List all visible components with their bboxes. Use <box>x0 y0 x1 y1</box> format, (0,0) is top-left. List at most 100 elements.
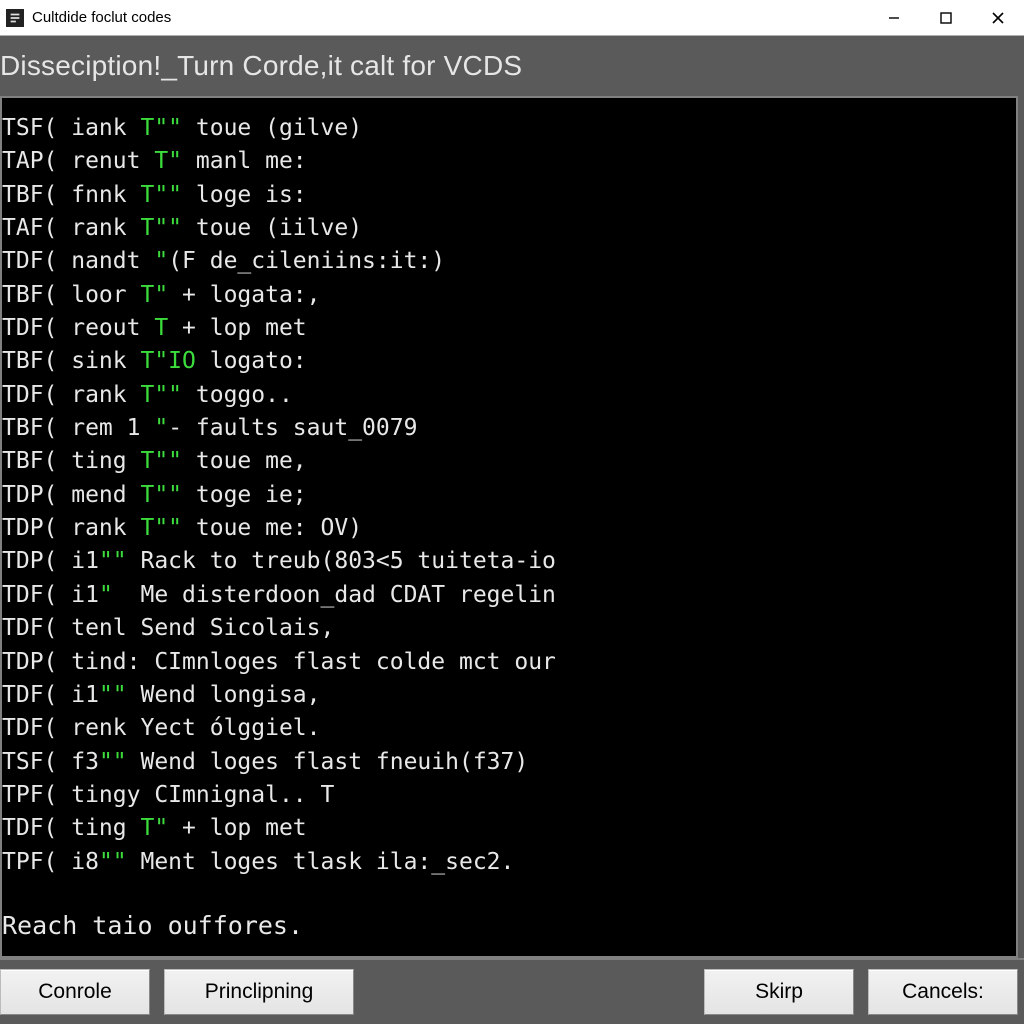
line-rest: toue me, <box>182 448 307 474</box>
terminal-line: TDF( reout T + lop met <box>2 312 1010 345</box>
terminal-line: TSF( iank T"" toue (gilve) <box>2 112 1010 145</box>
titlebar[interactable]: Cultdide foclut codes <box>0 0 1024 36</box>
line-token-green: T" <box>154 148 182 174</box>
line-rest: CImnignal.. T <box>154 782 334 808</box>
conrole-button[interactable]: Conrole <box>0 969 150 1015</box>
button-bar: Conrole Princlipning Skirp Cancels: <box>0 958 1024 1024</box>
line-token-green: "" <box>99 682 127 708</box>
line-prefix: TSF( f3 <box>2 749 99 775</box>
line-prefix: TDF( rank <box>2 382 140 408</box>
terminal-line: TBF( loor T" + logata:, <box>2 279 1010 312</box>
line-rest: + lop met <box>168 815 306 841</box>
line-rest: CImnloges flast colde mct our <box>154 649 556 675</box>
line-token-green: T"IO <box>140 348 195 374</box>
line-rest: toue me: OV) <box>182 515 362 541</box>
terminal-line: TSF( f3"" Wend loges flast fneuih(f37) <box>2 746 1010 779</box>
line-rest: toue (iilve) <box>182 215 362 241</box>
line-prefix: TPF( i8 <box>2 849 99 875</box>
line-token-green: T"" <box>140 515 182 541</box>
line-rest: toge ie; <box>182 482 307 508</box>
line-token-green: T"" <box>140 482 182 508</box>
maximize-button[interactable] <box>920 0 972 36</box>
line-prefix: TDF( nandt <box>2 248 154 274</box>
line-prefix: TBF( rem 1 <box>2 415 154 441</box>
line-prefix: TAP( renut <box>2 148 154 174</box>
cancels-button[interactable]: Cancels: <box>868 969 1018 1015</box>
terminal-line: TPF( i8"" Ment loges tlask ila:_sec2. <box>2 846 1010 879</box>
line-prefix: TDP( tind: <box>2 649 154 675</box>
line-token-green: " <box>154 248 168 274</box>
line-prefix: TPF( tingy <box>2 782 154 808</box>
line-rest: Wend loges flast fneuih(f37) <box>127 749 529 775</box>
line-prefix: TBF( loor <box>2 282 140 308</box>
window-title: Cultdide foclut codes <box>32 9 171 26</box>
line-rest: (F de_cileniins:it:) <box>168 248 445 274</box>
line-rest: toue (gilve) <box>182 115 362 141</box>
line-rest: manl me: <box>182 148 307 174</box>
terminal-line: TDF( tenl Send Sicolais, <box>2 612 1010 645</box>
terminal-line: TDP( mend T"" toge ie; <box>2 479 1010 512</box>
line-token-green: T"" <box>140 115 182 141</box>
terminal-line: TDP( tind: CImnloges flast colde mct our <box>2 646 1010 679</box>
line-rest: Me disterdoon_dad CDAT regelin <box>113 582 556 608</box>
line-prefix: TDF( tenl <box>2 615 140 641</box>
line-rest: Send Sicolais, <box>140 615 334 641</box>
terminal-line: TPF( tingy CImnignal.. T <box>2 779 1010 812</box>
terminal-line: TDP( i1"" Rack to treub(803<5 tuiteta-io <box>2 545 1010 578</box>
line-token-green: T"" <box>140 382 182 408</box>
line-rest: Rack to treub(803<5 tuiteta-io <box>127 548 556 574</box>
line-prefix: TBF( fnnk <box>2 182 140 208</box>
close-button[interactable] <box>972 0 1024 36</box>
terminal-line: TDF( nandt "(F de_cileniins:it:) <box>2 245 1010 278</box>
client-area: Disseciption!_Turn Corde,it calt for VCD… <box>0 36 1024 1024</box>
line-token-green: "" <box>99 548 127 574</box>
line-prefix: TAF( rank <box>2 215 140 241</box>
line-rest: Yect ólggiel. <box>140 715 320 741</box>
line-prefix: TBF( ting <box>2 448 140 474</box>
line-rest: logato: <box>196 348 307 374</box>
line-token-green: T"" <box>140 182 182 208</box>
minimize-button[interactable] <box>868 0 920 36</box>
line-token-green: T"" <box>140 215 182 241</box>
line-prefix: TDF( reout <box>2 315 154 341</box>
skirp-button[interactable]: Skirp <box>704 969 854 1015</box>
app-icon <box>6 9 24 27</box>
line-prefix: TDP( rank <box>2 515 140 541</box>
page-heading: Disseciption!_Turn Corde,it calt for VCD… <box>0 50 1024 82</box>
window-frame: Cultdide foclut codes Disseciption!_Turn… <box>0 0 1024 1024</box>
heading-wrap: Disseciption!_Turn Corde,it calt for VCD… <box>0 36 1024 96</box>
line-rest: - faults saut_0079 <box>168 415 417 441</box>
terminal-line: TDP( rank T"" toue me: OV) <box>2 512 1010 545</box>
line-token-green: " <box>154 415 168 441</box>
line-prefix: TDF( ting <box>2 815 140 841</box>
terminal-line: TBF( sink T"IO logato: <box>2 345 1010 378</box>
terminal-line: TBF( ting T"" toue me, <box>2 445 1010 478</box>
terminal-line: TDF( renk Yect ólggiel. <box>2 712 1010 745</box>
line-rest: Wend longisa, <box>127 682 321 708</box>
line-prefix: TDF( renk <box>2 715 140 741</box>
line-prefix: TDF( i1 <box>2 682 99 708</box>
line-prefix: TSF( iank <box>2 115 140 141</box>
line-token-green: " <box>99 582 113 608</box>
terminal-line: TAF( rank T"" toue (iilve) <box>2 212 1010 245</box>
terminal-footer: Reach taio ouffores. <box>2 911 303 940</box>
terminal-line: TAP( renut T" manl me: <box>2 145 1010 178</box>
line-token-green: T"" <box>140 448 182 474</box>
line-token-green: T <box>154 315 168 341</box>
line-prefix: TDF( i1 <box>2 582 99 608</box>
line-rest: loge is: <box>182 182 307 208</box>
terminal-lines: TSF( iank T"" toue (gilve)TAP( renut T" … <box>2 112 1010 879</box>
line-token-green: "" <box>99 749 127 775</box>
terminal-line: TDF( i1" Me disterdoon_dad CDAT regelin <box>2 579 1010 612</box>
line-rest: + lop met <box>168 315 306 341</box>
line-prefix: TBF( sink <box>2 348 140 374</box>
terminal-line: TDF( ting T" + lop met <box>2 812 1010 845</box>
line-token-green: T" <box>140 282 168 308</box>
terminal-line: TBF( rem 1 "- faults saut_0079 <box>2 412 1010 445</box>
line-rest: + logata:, <box>168 282 320 308</box>
line-prefix: TDP( i1 <box>2 548 99 574</box>
terminal[interactable]: TSF( iank T"" toue (gilve)TAP( renut T" … <box>0 96 1018 958</box>
line-rest: Ment loges tlask ila:_sec2. <box>127 849 515 875</box>
princlipning-button[interactable]: Princlipning <box>164 969 354 1015</box>
line-rest: toggo.. <box>182 382 293 408</box>
